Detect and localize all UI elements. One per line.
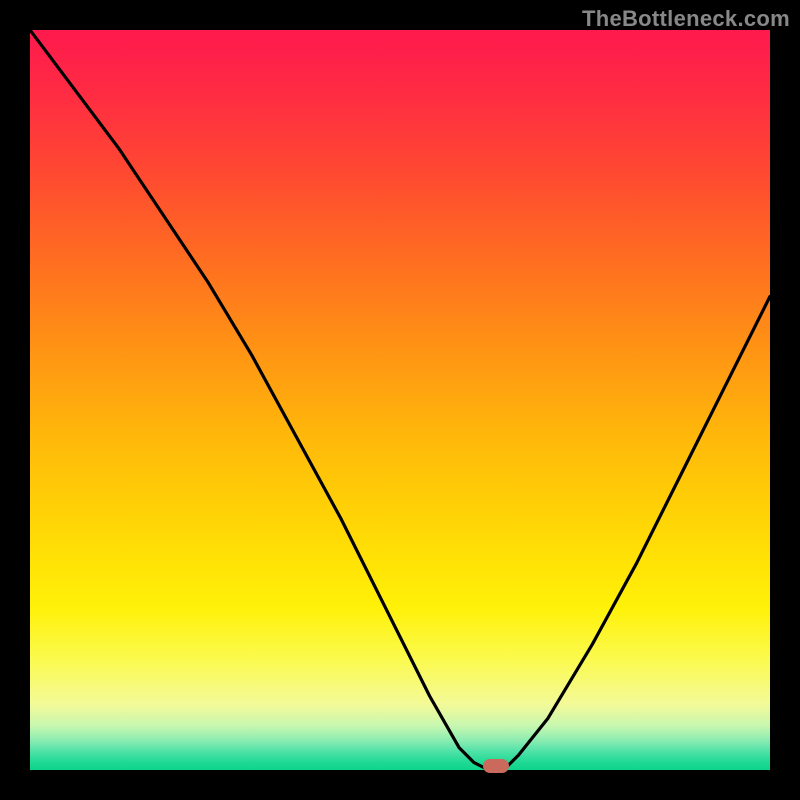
watermark-text: TheBottleneck.com	[582, 6, 790, 32]
bottleneck-curve	[30, 30, 770, 770]
chart-frame: TheBottleneck.com	[0, 0, 800, 800]
curve-svg	[30, 30, 770, 770]
optimum-marker	[483, 759, 509, 773]
plot-area	[30, 30, 770, 770]
